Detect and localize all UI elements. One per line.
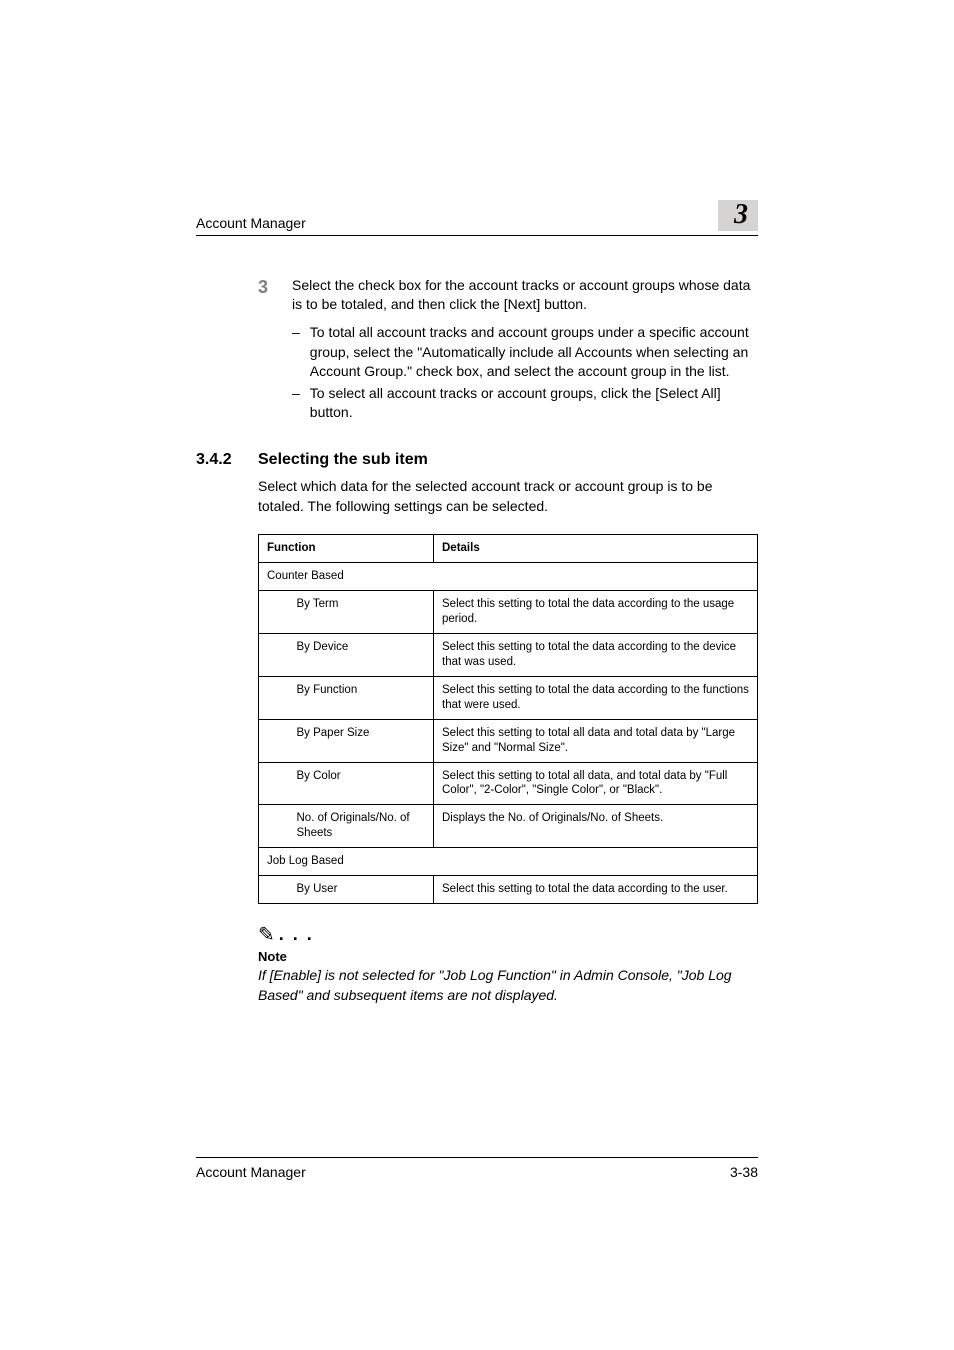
dash-icon: – [292, 384, 300, 423]
section-number: 3.4.2 [196, 451, 242, 469]
settings-table: Function Details Counter Based By Term S… [258, 534, 758, 904]
step-number: 3 [258, 276, 272, 315]
note-label: Note [258, 949, 758, 964]
table-row: By Device Select this setting to total t… [259, 633, 758, 676]
table-cell-details: Select this setting to total the data ac… [434, 676, 758, 719]
table-row: No. of Originals/No. of Sheets Displays … [259, 805, 758, 848]
table-cell-name: By User [289, 876, 434, 904]
table-cell-details: Select this setting to total the data ac… [434, 633, 758, 676]
header-title: Account Manager [196, 215, 306, 231]
note-icon: ✎ [258, 922, 275, 947]
table-cell-details: Select this setting to total all data an… [434, 719, 758, 762]
step-subitem: – To select all account tracks or accoun… [292, 384, 758, 423]
table-cell-details: Select this setting to total all data, a… [434, 762, 758, 805]
step-subitem-text: To total all account tracks and account … [310, 323, 758, 382]
footer-page-number: 3-38 [730, 1164, 758, 1180]
table-group-joblog: Job Log Based [259, 848, 758, 876]
chapter-number: 3 [718, 200, 758, 231]
section-paragraph: Select which data for the selected accou… [258, 477, 758, 516]
table-cell-name: By Function [289, 676, 434, 719]
step-text: Select the check box for the account tra… [292, 276, 758, 315]
table-group-counter: Counter Based [259, 563, 758, 591]
note-block: ✎. . . Note If [Enable] is not selected … [258, 922, 758, 1005]
table-header-function: Function [259, 535, 434, 563]
table-cell-name: By Term [289, 591, 434, 634]
table-cell-name: By Color [289, 762, 434, 805]
table-row: By Color Select this setting to total al… [259, 762, 758, 805]
table-cell-details: Select this setting to total the data ac… [434, 591, 758, 634]
page-footer: Account Manager 3-38 [196, 1157, 758, 1180]
table-row: By Paper Size Select this setting to tot… [259, 719, 758, 762]
page-header: Account Manager 3 [196, 200, 758, 236]
step-subitem: – To total all account tracks and accoun… [292, 323, 758, 382]
step-3: 3 Select the check box for the account t… [258, 276, 758, 315]
table-cell-name: No. of Originals/No. of Sheets [289, 805, 434, 848]
table-cell-details: Select this setting to total the data ac… [434, 876, 758, 904]
dash-icon: – [292, 323, 300, 382]
table-row: By User Select this setting to total the… [259, 876, 758, 904]
note-body: If [Enable] is not selected for "Job Log… [258, 966, 758, 1005]
table-cell-name: By Device [289, 633, 434, 676]
footer-title: Account Manager [196, 1164, 306, 1180]
table-row: By Function Select this setting to total… [259, 676, 758, 719]
section-title: Selecting the sub item [258, 451, 428, 469]
table-row: By Term Select this setting to total the… [259, 591, 758, 634]
step-subitem-text: To select all account tracks or account … [310, 384, 758, 423]
ellipsis-icon: . . . [279, 924, 314, 944]
table-header-details: Details [434, 535, 758, 563]
table-cell-name: By Paper Size [289, 719, 434, 762]
table-cell-details: Displays the No. of Originals/No. of She… [434, 805, 758, 848]
